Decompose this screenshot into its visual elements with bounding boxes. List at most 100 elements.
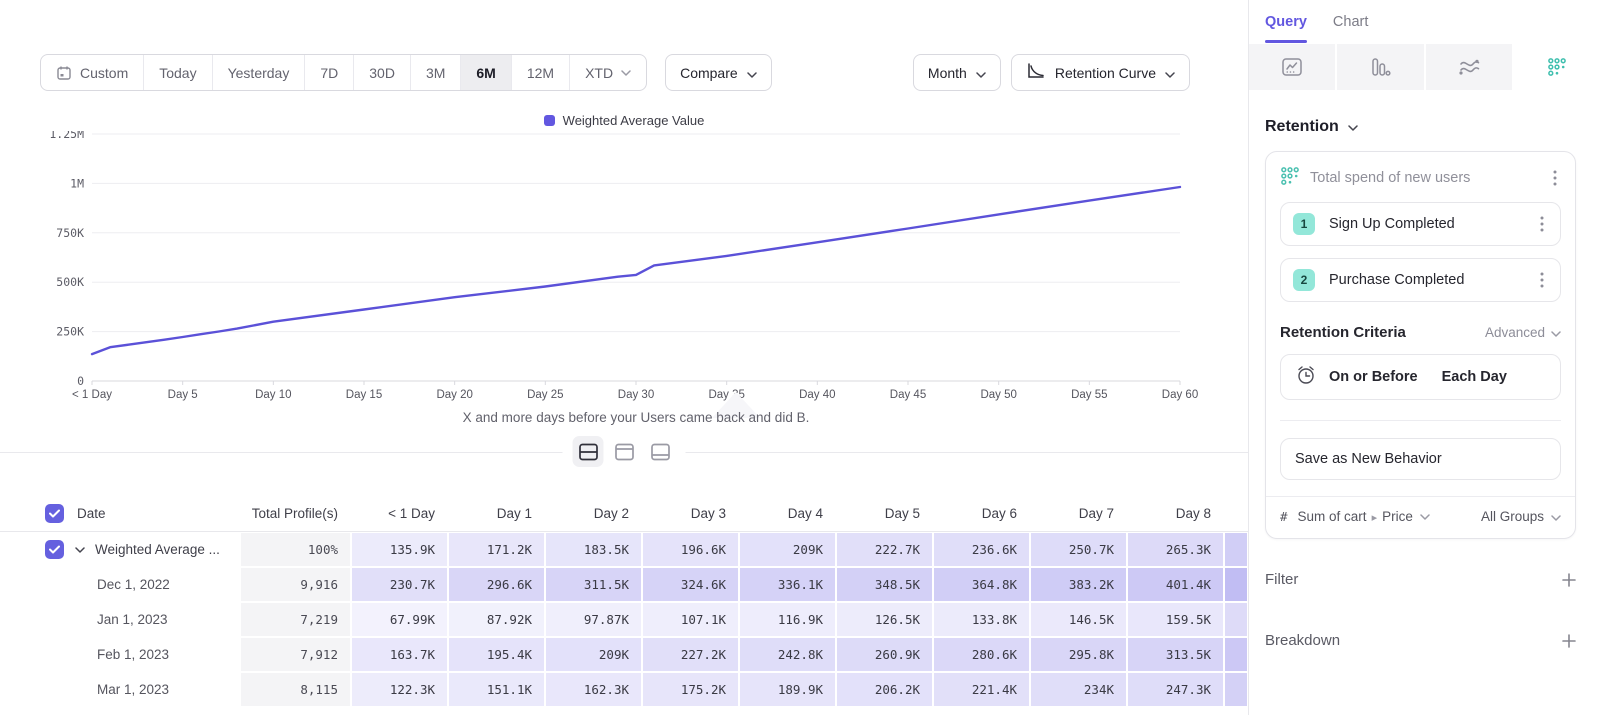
advanced-dropdown[interactable]: Advanced — [1485, 325, 1561, 340]
groups-selector[interactable]: All Groups — [1481, 509, 1561, 524]
retention-value-cell[interactable]: 296.6K — [449, 568, 544, 601]
range-12m[interactable]: 12M — [512, 55, 570, 90]
svg-text:Day 20: Day 20 — [436, 389, 472, 401]
retention-value-cell[interactable]: 260.9K — [837, 638, 932, 671]
range-6m[interactable]: 6M — [461, 55, 511, 90]
retention-value-cell[interactable]: 189.9K — [740, 673, 835, 706]
report-type-flows[interactable] — [1426, 44, 1512, 90]
retention-value-cell[interactable]: 209K — [546, 638, 641, 671]
range-7d[interactable]: 7D — [305, 55, 354, 90]
row-checkbox[interactable] — [45, 540, 64, 559]
retention-value-cell[interactable]: 133.8K — [934, 603, 1029, 636]
chart-type-button[interactable]: Retention Curve — [1011, 54, 1190, 91]
svg-text:1.25M: 1.25M — [49, 131, 84, 141]
range-today[interactable]: Today — [144, 55, 212, 90]
retention-value-cell[interactable]: 196.6K — [643, 533, 738, 566]
save-as-new-behavior-button[interactable]: Save as New Behavior — [1280, 438, 1561, 480]
retention-value-cell[interactable]: 159.5K — [1128, 603, 1223, 636]
kebab-menu-icon[interactable] — [1536, 270, 1548, 290]
retention-value-cell[interactable]: 221.4K — [934, 673, 1029, 706]
retention-value-cell[interactable]: 247.3K — [1128, 673, 1223, 706]
tab-query[interactable]: Query — [1265, 0, 1307, 44]
filter-section: Filter — [1265, 571, 1576, 588]
retention-value-cell[interactable]: 146.5K — [1031, 603, 1126, 636]
retention-value-cell[interactable]: 265.3K — [1128, 533, 1223, 566]
retention-value-cell[interactable]: 175.2K — [643, 673, 738, 706]
retention-value-cell[interactable]: 162.3K — [546, 673, 641, 706]
metric-selector[interactable]: Sum of cart▸Price — [1298, 509, 1413, 524]
retention-value-cell[interactable]: 250.7K — [1031, 533, 1126, 566]
retention-value-cell[interactable]: 116.9K — [740, 603, 835, 636]
retention-value-cell[interactable]: 126.5K — [837, 603, 932, 636]
range-xtd[interactable]: XTD — [570, 55, 646, 90]
behavior-step-2[interactable]: 2 Purchase Completed — [1280, 258, 1561, 302]
header-col-6: Day 5 — [836, 495, 933, 531]
retention-value-cell[interactable]: 280.6K — [934, 638, 1029, 671]
kebab-menu-icon[interactable] — [1536, 214, 1548, 234]
retention-value-cell[interactable]: 87.92K — [449, 603, 544, 636]
range-30d[interactable]: 30D — [354, 55, 411, 90]
retention-value-cell[interactable]: 67.99K — [352, 603, 447, 636]
add-breakdown-button[interactable] — [1562, 634, 1576, 648]
retention-value-cell[interactable]: 135.9K — [352, 533, 447, 566]
header-col-5: Day 4 — [739, 495, 836, 531]
retention-value-cell[interactable]: 183.5K — [546, 533, 641, 566]
retention-curve-chart[interactable]: 1.25M1M750K500K250K0< 1 DayDay 5Day 10Da… — [0, 131, 1248, 431]
retention-value-cell[interactable]: 313.5K — [1128, 638, 1223, 671]
compare-button[interactable]: Compare — [665, 54, 772, 91]
retention-value-cell[interactable]: 242.8K — [740, 638, 835, 671]
retention-value-cell[interactable]: 311.5K — [546, 568, 641, 601]
retention-criteria-title: Retention Criteria — [1280, 324, 1406, 341]
retention-value-cell[interactable]: 209K — [740, 533, 835, 566]
report-type-retention[interactable] — [1514, 44, 1600, 90]
retention-value-cell[interactable]: 348.5K — [837, 568, 932, 601]
retention-value-cell[interactable]: 227.2K — [643, 638, 738, 671]
retention-value-cell[interactable]: 222.7K — [837, 533, 932, 566]
svg-text:Day 55: Day 55 — [1071, 389, 1107, 401]
retention-value-cell[interactable]: 336.1K — [740, 568, 835, 601]
behavior-step-1[interactable]: 1 Sign Up Completed — [1280, 202, 1561, 246]
report-type-funnels[interactable] — [1337, 44, 1423, 90]
table-row: Dec 1, 20229,916230.7K296.6K311.5K324.6K… — [0, 567, 1248, 602]
expand-chevron-icon[interactable] — [75, 547, 85, 553]
retention-value-cell[interactable]: 364.8K — [934, 568, 1029, 601]
add-filter-button[interactable] — [1562, 573, 1576, 587]
retention-value-cell[interactable]: 163.7K — [352, 638, 447, 671]
retention-value-cell[interactable]: 151.1K — [449, 673, 544, 706]
granularity-button[interactable]: Month — [913, 54, 1001, 91]
chart-bottom-view-toggle[interactable] — [645, 436, 676, 467]
retention-value-cell[interactable]: 234K — [1031, 673, 1126, 706]
retention-value-cell[interactable]: 383.2K — [1031, 568, 1126, 601]
range-custom[interactable]: Custom — [41, 55, 144, 90]
tab-chart[interactable]: Chart — [1333, 0, 1368, 44]
groups-label: All Groups — [1481, 509, 1544, 524]
retention-value-cell[interactable]: 236.6K — [934, 533, 1029, 566]
retention-value-cell[interactable]: 230.7K — [352, 568, 447, 601]
retention-value-cell[interactable]: 206.2K — [837, 673, 932, 706]
funnels-icon — [1369, 57, 1391, 77]
header-date: Date — [0, 495, 240, 531]
row-label-cell: Dec 1, 2022 — [0, 567, 240, 602]
select-all-checkbox[interactable] — [45, 504, 64, 523]
retention-value-cell[interactable]: 122.3K — [352, 673, 447, 706]
retention-section-header[interactable]: Retention — [1265, 118, 1576, 136]
report-type-insights[interactable] — [1249, 44, 1335, 90]
kebab-menu-icon[interactable] — [1549, 168, 1561, 188]
chevron-down-icon — [1551, 509, 1561, 524]
svg-text:500K: 500K — [56, 275, 84, 289]
range-yesterday[interactable]: Yesterday — [213, 55, 306, 90]
svg-text:0: 0 — [77, 374, 84, 388]
retention-value-cell[interactable]: 295.8K — [1031, 638, 1126, 671]
retention-value-cell[interactable]: 324.6K — [643, 568, 738, 601]
retention-value-cell[interactable]: 401.4K — [1128, 568, 1223, 601]
retention-value-cell[interactable]: 171.2K — [449, 533, 544, 566]
svg-text:1M: 1M — [70, 176, 84, 190]
retention-value-cell[interactable]: 107.1K — [643, 603, 738, 636]
criteria-condition-row[interactable]: On or Before Each Day — [1280, 354, 1561, 400]
panel-body: Retention Total spend of new users 1 Sig… — [1249, 118, 1600, 649]
retention-value-cell[interactable]: 195.4K — [449, 638, 544, 671]
range-3m[interactable]: 3M — [411, 55, 461, 90]
retention-value-cell[interactable]: 97.87K — [546, 603, 641, 636]
chart-top-view-toggle[interactable] — [609, 436, 640, 467]
split-view-toggle[interactable] — [573, 436, 604, 467]
